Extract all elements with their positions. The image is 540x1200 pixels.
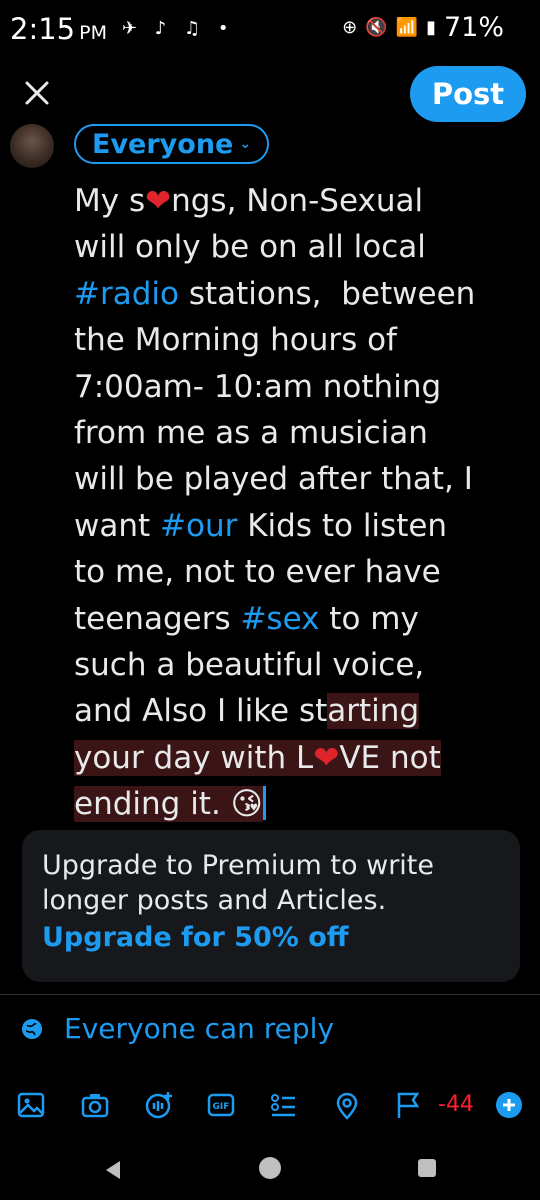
text-segment: stations, between the Morning hours of 7…: [74, 275, 476, 544]
premium-text-line2: longer posts and Articles.: [42, 885, 387, 916]
battery-icon: ▮: [426, 17, 436, 38]
data-saver-icon: ⊕: [342, 17, 358, 38]
chevron-down-icon: ⌄: [239, 136, 252, 152]
character-counter: -44: [438, 1092, 474, 1117]
image-icon[interactable]: [16, 1090, 46, 1120]
back-icon[interactable]: [102, 1159, 124, 1181]
gif-icon[interactable]: GIF: [206, 1090, 236, 1120]
text-cursor: [263, 786, 266, 821]
notification-icons: ✈ ♪ ♫ •: [122, 18, 235, 39]
system-icons: ⊕ 🔇 📶 ▮ 71%: [342, 12, 504, 43]
camera-icon[interactable]: [80, 1090, 110, 1120]
mute-icon: 🔇: [365, 17, 388, 38]
svg-text:GIF: GIF: [213, 1102, 230, 1112]
system-nav-bar: [0, 1140, 540, 1200]
premium-text-line1: Upgrade to Premium to write: [42, 850, 435, 881]
battery-percent: 71%: [443, 12, 504, 43]
heart-emoji: ❤: [145, 183, 172, 219]
hashtag-radio[interactable]: #radio: [74, 276, 179, 312]
recents-icon[interactable]: [418, 1159, 436, 1177]
divider: [0, 994, 540, 995]
avatar[interactable]: [10, 124, 54, 168]
upgrade-link[interactable]: Upgrade for 50% off: [42, 918, 500, 958]
reply-setting[interactable]: Everyone can reply: [20, 1012, 334, 1045]
flag-icon[interactable]: [394, 1090, 424, 1120]
premium-upsell-card: Upgrade to Premium to write longer posts…: [22, 830, 520, 982]
globe-icon: [22, 1018, 42, 1039]
text-segment: My s: [74, 183, 146, 219]
add-post-icon[interactable]: [495, 1091, 523, 1119]
status-time: 2:15 PM: [10, 12, 107, 46]
audience-label: Everyone: [92, 128, 234, 160]
status-bar: 2:15 PM ✈ ♪ ♫ • ⊕ 🔇 📶 ▮ 71%: [0, 0, 540, 60]
composer-header: Post: [0, 60, 540, 130]
post-button[interactable]: Post: [410, 66, 526, 122]
hashtag-sex[interactable]: #sex: [240, 601, 319, 637]
kiss-emoji: 😘: [230, 786, 263, 823]
heart-emoji: ❤: [313, 739, 340, 776]
poll-icon[interactable]: [268, 1090, 298, 1120]
reply-setting-label: Everyone can reply: [64, 1012, 335, 1045]
location-icon[interactable]: [332, 1090, 362, 1120]
hashtag-our[interactable]: #our: [160, 508, 237, 544]
wifi-icon: 📶: [395, 17, 419, 38]
audience-selector[interactable]: Everyone ⌄: [74, 124, 270, 164]
close-icon[interactable]: [20, 76, 54, 110]
grok-icon[interactable]: [144, 1090, 174, 1120]
home-icon[interactable]: [259, 1157, 281, 1179]
post-text-area[interactable]: My s❤ngs, Non-Sexual will only be on all…: [74, 178, 534, 828]
